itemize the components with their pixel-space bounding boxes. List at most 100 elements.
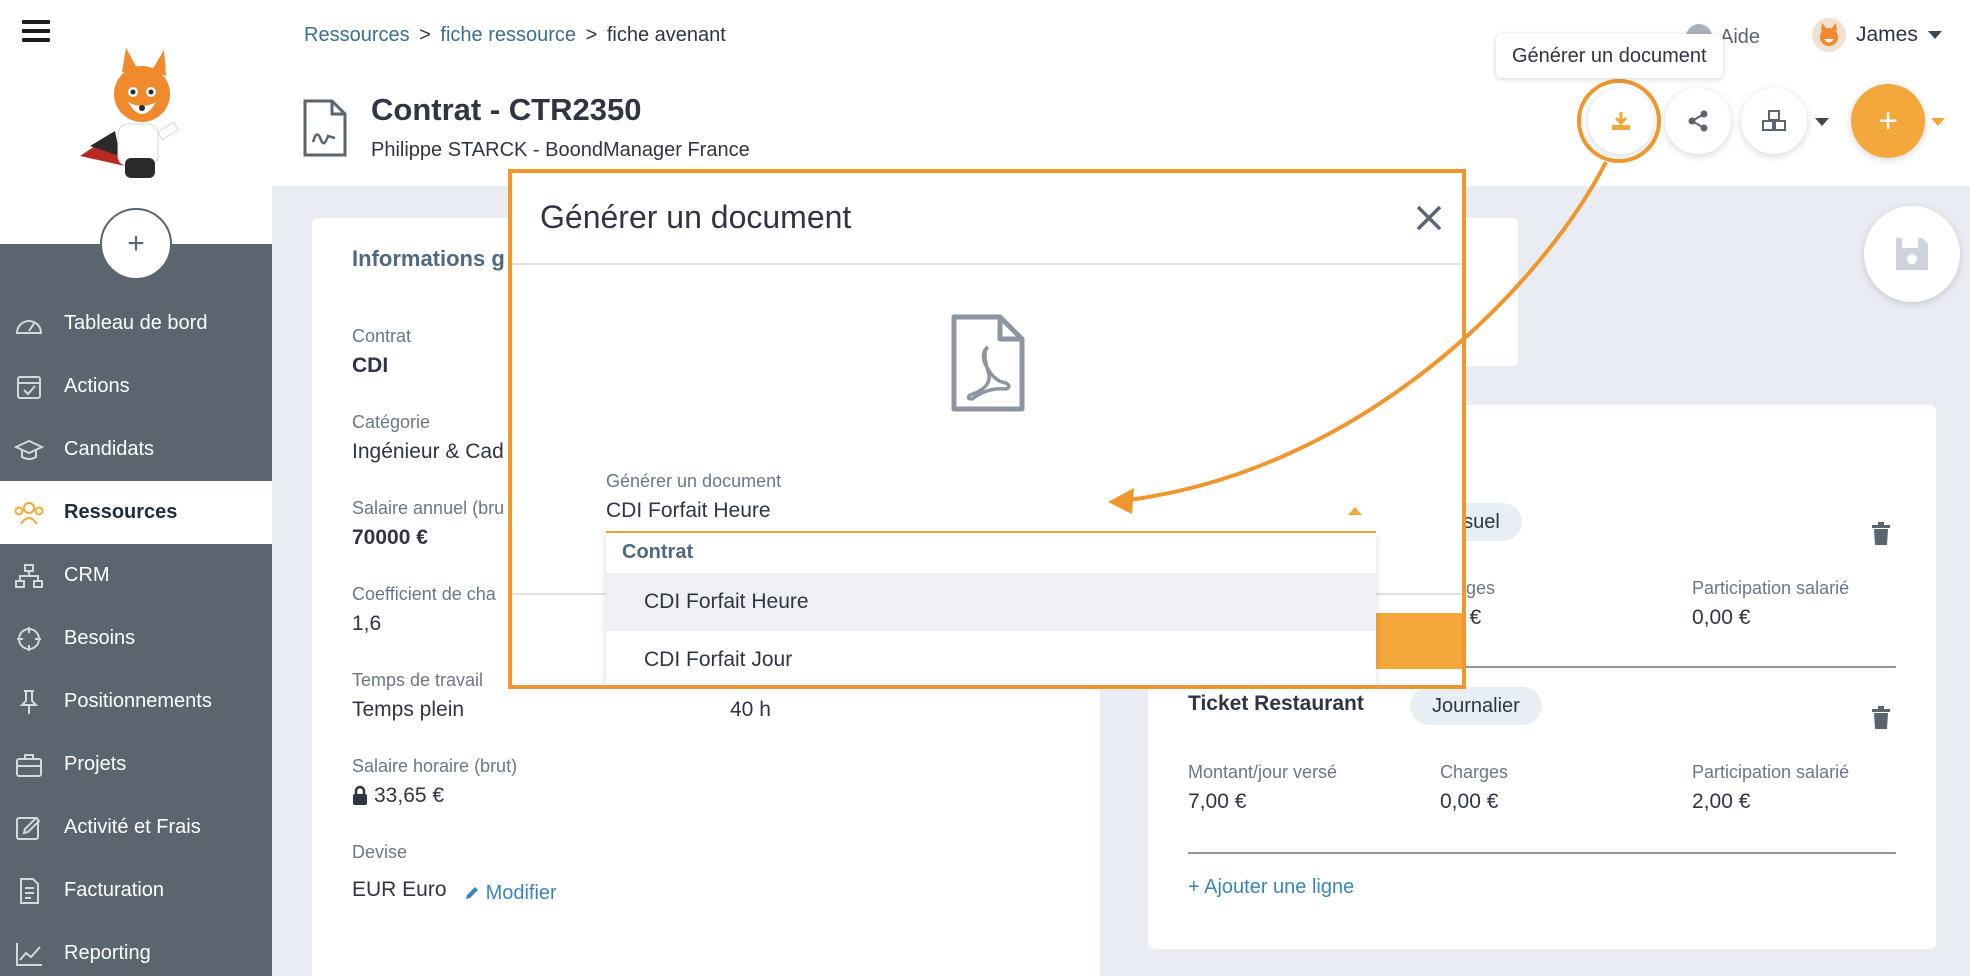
charges-label: Charges	[1440, 762, 1509, 782]
create-button[interactable]: +	[1851, 84, 1925, 158]
participation-label: Participation salarié	[1692, 578, 1850, 598]
highlight-ring	[1577, 79, 1661, 163]
chevron-down-icon	[1927, 31, 1942, 39]
participation-value: 0,00 €	[1692, 606, 1751, 629]
share-button[interactable]	[1665, 88, 1731, 154]
trash-icon[interactable]	[1871, 522, 1891, 546]
row-divider	[1188, 852, 1896, 854]
sidebar-item-label: Besoins	[64, 627, 136, 649]
benefit-name: Ticket Restaurant	[1188, 692, 1364, 715]
breadcrumb-link-ressources[interactable]: Ressources	[304, 24, 410, 46]
sidebar-item-reporting[interactable]: Reporting	[0, 922, 272, 976]
chevron-down-icon[interactable]	[1815, 118, 1829, 126]
lock-icon	[353, 785, 367, 805]
dropdown-group-label: Contrat	[622, 541, 694, 563]
trash-icon[interactable]	[1871, 706, 1891, 730]
dashboard-icon	[15, 320, 43, 334]
sidebar-item-label: Candidats	[64, 438, 155, 460]
document-type-label: Générer un document	[606, 471, 782, 491]
dropdown-option[interactable]: CDI Forfait Heure	[606, 573, 1376, 631]
breadcrumb: Ressources > fiche ressource > fiche ave…	[304, 24, 726, 47]
sidebar-item-label: CRM	[64, 564, 110, 586]
breadcrumb-link-fiche-ressource[interactable]: fiche ressource	[440, 24, 576, 46]
field-label-devise: Devise	[352, 842, 408, 862]
field-value-categorie: Ingénieur & Cad	[352, 440, 504, 463]
field-label-temps-de-travail: Temps de travail	[352, 670, 484, 690]
charges-value: 0,00 €	[1440, 790, 1499, 813]
help-label: Aide	[1720, 25, 1761, 48]
fox-avatar-icon	[1820, 23, 1838, 46]
calendar-check-icon	[17, 376, 41, 399]
field-value-devise: EUR Euro	[352, 878, 447, 901]
field-value-temps-de-travail: Temps plein	[352, 698, 465, 721]
avatar	[1812, 18, 1846, 52]
chevron-up-icon[interactable]	[1348, 507, 1362, 515]
field-label-categorie: Catégorie	[352, 412, 431, 432]
sitemap-icon	[15, 564, 43, 588]
close-icon[interactable]	[1414, 203, 1444, 233]
sidebar-item-label: Reporting	[64, 942, 151, 964]
breadcrumb-current: fiche avenant	[606, 24, 726, 46]
invoice-icon	[20, 878, 39, 904]
sidebar-nav: Tableau de bord Actions Candidats Ressou…	[0, 292, 272, 976]
sidebar-item-label: Activité et Frais	[64, 816, 201, 838]
sidebar-item-tableau-de-bord[interactable]: Tableau de bord	[0, 292, 272, 355]
generate-button[interactable]	[1364, 613, 1462, 669]
field-value-salaire-horaire: 33,65 €	[352, 784, 444, 808]
sidebar-item-label: Actions	[64, 375, 130, 397]
quick-add-label: +	[127, 227, 145, 260]
tooltip-generer-document: Générer un document	[1496, 34, 1723, 78]
generate-document-modal: Générer un document Générer un document …	[508, 169, 1466, 689]
edit-icon	[16, 816, 41, 840]
chart-line-icon	[16, 943, 42, 966]
sidebar-item-facturation[interactable]: Facturation	[0, 859, 272, 922]
dropdown-option[interactable]: CDI Forfait Jour	[606, 631, 1376, 685]
field-value-coefficient: 1,6	[352, 612, 382, 635]
field-label-salaire-horaire: Salaire horaire (brut)	[352, 756, 518, 776]
hamburger-menu-icon[interactable]	[22, 20, 50, 42]
sidebar: + Tableau de bord Actions Candidats Ress…	[0, 0, 272, 976]
actions-menu-button[interactable]	[1741, 88, 1807, 154]
field-value-heures: 40 h	[730, 698, 771, 721]
breadcrumb-separator: >	[419, 24, 431, 46]
graduation-cap-icon	[14, 439, 44, 460]
create-button-label: +	[1878, 101, 1898, 140]
participation-value: 2,00 €	[1692, 790, 1751, 813]
sidebar-item-projets[interactable]: Projets	[0, 733, 272, 796]
breadcrumb-separator: >	[585, 24, 598, 46]
sidebar-item-label: Positionnements	[64, 690, 212, 712]
sidebar-item-label: Ressources	[64, 501, 178, 523]
users-icon	[14, 502, 44, 525]
modifier-link[interactable]: Modifier	[464, 882, 557, 905]
montant-label: Montant/jour versé	[1188, 762, 1338, 782]
sidebar-item-label: Facturation	[64, 879, 165, 901]
sidebar-item-positionnements[interactable]: Positionnements	[0, 670, 272, 733]
sidebar-item-candidats[interactable]: Candidats	[0, 418, 272, 481]
salaire-horaire-text: 33,65 €	[374, 784, 445, 807]
sidebar-item-label: Projets	[64, 753, 127, 775]
participation-label: Participation salarié	[1692, 762, 1850, 782]
save-button[interactable]	[1864, 206, 1960, 302]
user-name: James	[1856, 23, 1918, 46]
contract-document-icon	[303, 99, 347, 157]
sidebar-item-label: Tableau de bord	[64, 312, 208, 334]
field-value-salaire-annuel: 70000 €	[352, 526, 428, 549]
add-line-link[interactable]: + Ajouter une ligne	[1188, 876, 1354, 899]
crosshair-icon	[17, 627, 41, 651]
document-type-dropdown: Contrat CDI Forfait Heure CDI Forfait Jo…	[606, 533, 1376, 685]
fox-mascot-logo	[80, 48, 179, 178]
chevron-down-icon[interactable]	[1931, 118, 1945, 126]
quick-add-button[interactable]: +	[100, 208, 172, 280]
sidebar-item-actions[interactable]: Actions	[0, 355, 272, 418]
frequency-pill: Journalier	[1410, 687, 1542, 725]
sidebar-item-besoins[interactable]: Besoins	[0, 607, 272, 670]
sidebar-item-crm[interactable]: CRM	[0, 544, 272, 607]
field-label-coefficient: Coefficient de cha	[352, 584, 496, 604]
sidebar-item-ressources[interactable]: Ressources	[0, 481, 272, 544]
user-menu[interactable]: James	[1812, 18, 1942, 52]
section-title: Informations g	[352, 246, 505, 271]
sidebar-item-activite-et-frais[interactable]: Activité et Frais	[0, 796, 272, 859]
pdf-file-icon	[951, 314, 1025, 412]
montant-value: 7,00 €	[1188, 790, 1247, 813]
document-type-select[interactable]: CDI Forfait Heure	[606, 499, 771, 523]
